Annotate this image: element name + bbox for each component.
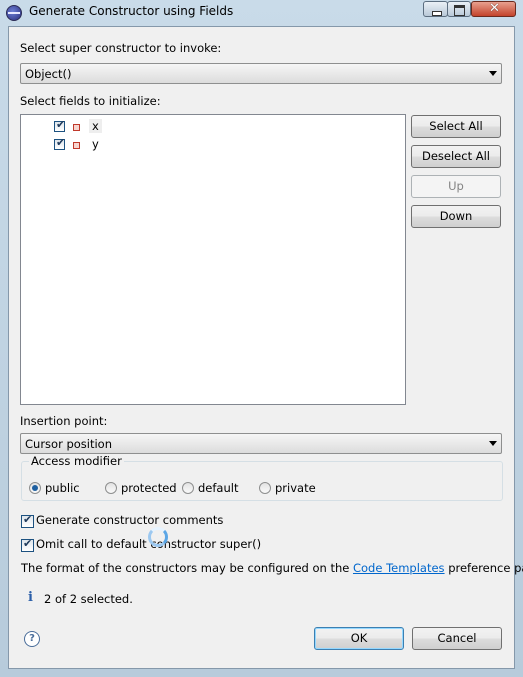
super-constructor-combo[interactable]: Object() bbox=[20, 63, 502, 84]
fields-list[interactable]: ✔ x ✔ y bbox=[20, 114, 406, 405]
radio-private[interactable] bbox=[259, 482, 271, 494]
field-row-x[interactable]: ✔ x bbox=[21, 118, 405, 135]
select-all-button[interactable]: Select All bbox=[411, 115, 501, 138]
radio-protected-label[interactable]: protected bbox=[121, 481, 177, 495]
dialog-body: Select super constructor to invoke: Obje… bbox=[8, 26, 523, 669]
down-button[interactable]: Down bbox=[411, 205, 501, 228]
close-button[interactable]: ✕ bbox=[471, 1, 516, 17]
help-icon[interactable]: ? bbox=[24, 631, 40, 647]
generate-comments-checkbox[interactable]: ✔ bbox=[21, 513, 34, 528]
radio-public-label[interactable]: public bbox=[45, 481, 80, 495]
check-icon: ✔ bbox=[23, 513, 33, 526]
check-icon: ✔ bbox=[56, 136, 66, 149]
up-button[interactable]: Up bbox=[411, 175, 501, 198]
radio-protected[interactable] bbox=[105, 482, 117, 494]
chevron-down-icon bbox=[489, 71, 497, 76]
radio-default[interactable] bbox=[182, 482, 194, 494]
dialog-window: Generate Constructor using Fields ✕ Sele… bbox=[0, 0, 523, 677]
status-text: 2 of 2 selected. bbox=[44, 592, 133, 606]
radio-default-label[interactable]: default bbox=[198, 481, 238, 495]
busy-cursor-icon bbox=[148, 527, 168, 547]
radio-private-label[interactable]: private bbox=[275, 481, 316, 495]
format-note-prefix: The format of the constructors may be co… bbox=[21, 561, 353, 575]
info-icon: i bbox=[28, 590, 33, 605]
radio-selected-dot bbox=[32, 485, 38, 491]
code-templates-link[interactable]: Code Templates bbox=[353, 561, 445, 575]
format-note: The format of the constructors may be co… bbox=[21, 561, 523, 575]
insertion-point-combo[interactable]: Cursor position bbox=[20, 433, 502, 454]
cancel-button[interactable]: Cancel bbox=[412, 627, 502, 650]
check-icon: ✔ bbox=[56, 118, 66, 131]
chevron-down-icon bbox=[489, 441, 497, 446]
eclipse-icon bbox=[6, 5, 22, 21]
omit-super-checkbox[interactable]: ✔ bbox=[21, 537, 34, 552]
maximize-icon bbox=[454, 5, 465, 16]
field-private-icon bbox=[73, 142, 80, 149]
close-icon: ✕ bbox=[489, 1, 500, 16]
generate-comments-label[interactable]: Generate constructor comments bbox=[36, 513, 223, 527]
access-modifier-label: Access modifier bbox=[29, 454, 124, 468]
super-constructor-label: Select super constructor to invoke: bbox=[20, 41, 222, 55]
minimize-button[interactable] bbox=[423, 1, 448, 17]
field-private-icon bbox=[73, 124, 80, 131]
field-y-checkbox[interactable]: ✔ bbox=[54, 136, 66, 150]
field-name: y bbox=[92, 137, 99, 151]
ok-button[interactable]: OK bbox=[314, 627, 404, 650]
check-icon: ✔ bbox=[23, 537, 33, 550]
title-bar[interactable]: Generate Constructor using Fields ✕ bbox=[0, 0, 523, 26]
super-constructor-value: Object() bbox=[25, 67, 72, 81]
fields-label: Select fields to initialize: bbox=[20, 94, 161, 108]
deselect-all-button[interactable]: Deselect All bbox=[411, 145, 501, 168]
maximize-button[interactable] bbox=[447, 1, 471, 17]
window-title: Generate Constructor using Fields bbox=[29, 4, 234, 18]
insertion-point-value: Cursor position bbox=[25, 437, 113, 451]
format-note-suffix: preference page. bbox=[448, 561, 523, 575]
minimize-icon bbox=[432, 11, 442, 16]
field-name: x bbox=[89, 119, 102, 133]
field-x-checkbox[interactable]: ✔ bbox=[54, 118, 66, 132]
field-row-y[interactable]: ✔ y bbox=[21, 136, 405, 153]
radio-public[interactable] bbox=[29, 482, 41, 494]
insertion-point-label: Insertion point: bbox=[20, 414, 108, 428]
